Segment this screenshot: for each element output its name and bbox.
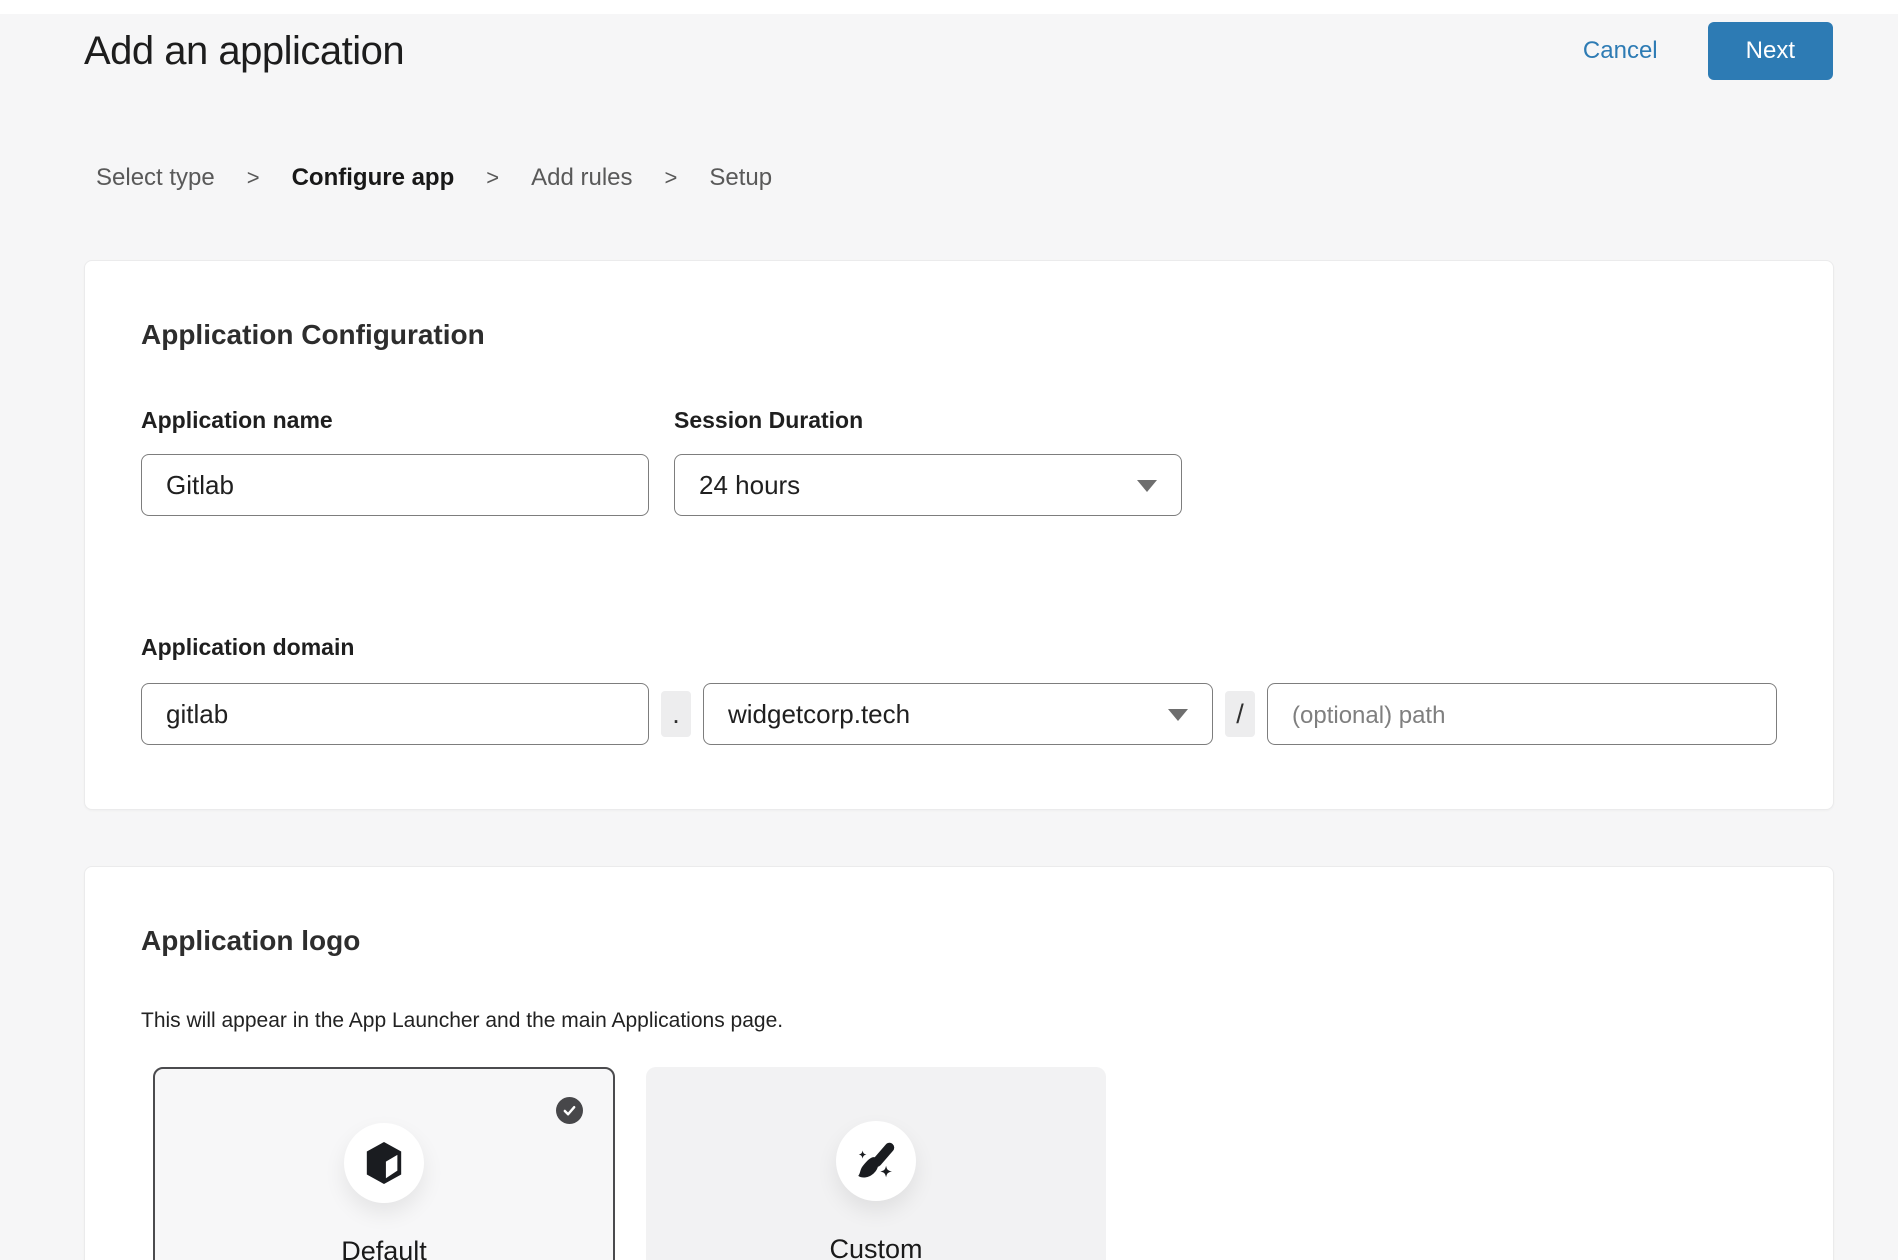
paintbrush-icon bbox=[853, 1138, 899, 1184]
dot-separator: . bbox=[661, 691, 691, 737]
page-title: Add an application bbox=[84, 29, 404, 74]
application-name-label: Application name bbox=[141, 407, 649, 434]
page-header: Add an application Cancel Next bbox=[0, 14, 1898, 80]
breadcrumb-separator: > bbox=[486, 165, 499, 191]
application-name-field: Application name bbox=[141, 407, 649, 516]
check-icon bbox=[562, 1103, 577, 1118]
breadcrumb-step-setup[interactable]: Setup bbox=[709, 164, 772, 192]
session-duration-label: Session Duration bbox=[674, 407, 1182, 434]
session-duration-select[interactable]: 24 hours bbox=[674, 454, 1182, 516]
chevron-down-icon bbox=[1137, 480, 1157, 492]
application-name-input[interactable] bbox=[141, 454, 649, 516]
next-button[interactable]: Next bbox=[1708, 22, 1833, 80]
breadcrumb-separator: > bbox=[665, 165, 678, 191]
breadcrumb: Select type > Configure app > Add rules … bbox=[96, 164, 1898, 192]
custom-logo-circle bbox=[836, 1121, 916, 1201]
cube-icon bbox=[363, 1140, 405, 1186]
breadcrumb-step-configure-app[interactable]: Configure app bbox=[292, 164, 455, 192]
cancel-button[interactable]: Cancel bbox=[1583, 37, 1658, 65]
application-logo-card: Application logo This will appear in the… bbox=[84, 866, 1834, 1260]
name-session-row: Application name Session Duration 24 hou… bbox=[141, 407, 1777, 516]
domain-select-value: widgetcorp.tech bbox=[728, 699, 910, 730]
application-domain-label: Application domain bbox=[141, 634, 1777, 661]
subdomain-input[interactable] bbox=[141, 683, 649, 745]
logo-option-label: Custom bbox=[646, 1234, 1106, 1260]
selected-check-badge bbox=[556, 1097, 583, 1124]
breadcrumb-separator: > bbox=[247, 165, 260, 191]
breadcrumb-step-select-type[interactable]: Select type bbox=[96, 164, 215, 192]
path-input[interactable] bbox=[1267, 683, 1777, 745]
slash-separator: / bbox=[1225, 691, 1255, 737]
session-duration-value: 24 hours bbox=[699, 470, 800, 501]
logo-option-label: Default bbox=[155, 1236, 613, 1260]
logo-options: Default Custom bbox=[153, 1067, 1777, 1260]
application-domain-row: . widgetcorp.tech / bbox=[141, 683, 1777, 745]
application-configuration-card: Application Configuration Application na… bbox=[84, 260, 1834, 810]
session-duration-field: Session Duration 24 hours bbox=[674, 407, 1182, 516]
chevron-down-icon bbox=[1168, 709, 1188, 721]
logo-option-default[interactable]: Default bbox=[153, 1067, 615, 1260]
breadcrumb-step-add-rules[interactable]: Add rules bbox=[531, 164, 632, 192]
window-top-strip bbox=[0, 0, 1898, 14]
application-configuration-title: Application Configuration bbox=[141, 319, 1777, 351]
header-actions: Cancel Next bbox=[1583, 22, 1833, 80]
default-logo-circle bbox=[344, 1123, 424, 1203]
application-logo-title: Application logo bbox=[141, 925, 1777, 957]
logo-option-custom[interactable]: Custom bbox=[646, 1067, 1106, 1260]
application-logo-description: This will appear in the App Launcher and… bbox=[141, 1009, 1777, 1033]
domain-select[interactable]: widgetcorp.tech bbox=[703, 683, 1213, 745]
